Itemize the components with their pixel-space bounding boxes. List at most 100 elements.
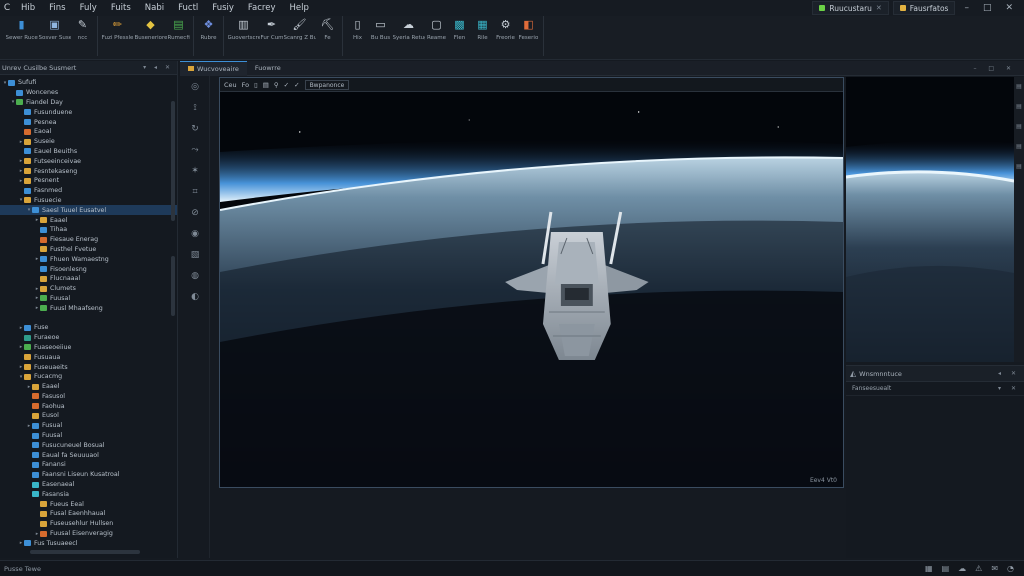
tree-item[interactable]: ▾ Fiandel Day <box>0 98 177 108</box>
menu-item[interactable]: Fuctl <box>171 0 205 16</box>
tree-item[interactable]: ▸ Fuaseoeiiue <box>0 343 177 353</box>
save-button[interactable]: ▮ Sewer Rucet <box>6 18 38 42</box>
image-tool-icon[interactable]: ▧ <box>180 244 210 265</box>
tree-item[interactable]: ▸ Fus Tusuaeecl <box>0 538 177 548</box>
clipboard-button[interactable]: ▥ Guovertscrere Coanses <box>228 18 260 42</box>
tree-item[interactable]: Fisoenlesng <box>0 264 177 274</box>
viewport-tool-button[interactable]: ▯ <box>254 81 258 89</box>
viewport-tool-button[interactable]: Fo <box>242 81 249 89</box>
menu-item[interactable]: Fins <box>42 0 72 16</box>
tree-item[interactable]: Pesnea <box>0 117 177 127</box>
title-tab-2[interactable]: Fausrfatos <box>892 1 956 15</box>
tree-item[interactable] <box>0 313 177 323</box>
tab-controls[interactable]: – □ ✕ <box>973 65 1024 72</box>
tree-item[interactable]: Eaual fa Seuuuaol <box>0 450 177 460</box>
tree-item[interactable]: Woncenes <box>0 88 177 98</box>
tree-item[interactable]: Fasusol <box>0 392 177 402</box>
layers-button[interactable]: ▤ Rumecfiet <box>168 18 190 42</box>
viewport-tool-button[interactable]: ▤ <box>263 81 269 89</box>
tree-item[interactable]: Eaoal <box>0 127 177 137</box>
pen-button[interactable]: ✒ Fur Cumrs <box>261 18 283 42</box>
cloud-status-icon[interactable]: ☁ <box>958 564 966 573</box>
image-button[interactable]: ▣ Sosver Susestiures <box>39 18 71 42</box>
star-icon[interactable]: ✶ <box>180 160 210 181</box>
mask-icon[interactable]: ◐ <box>180 286 210 307</box>
tree-item[interactable]: Fiesaue Enerag <box>0 235 177 245</box>
fill-button[interactable]: ⛏ Fe <box>317 18 339 42</box>
menu-item[interactable]: Facrey <box>241 0 283 16</box>
gallery-button[interactable]: ▩ Flen <box>449 18 471 42</box>
tree-item[interactable]: ▾ Fucacmg <box>0 372 177 382</box>
pencil-button[interactable]: ✏ Fuzi Pfessle <box>102 18 134 42</box>
tree-item[interactable]: ▸ Fuusal Eisenveragig <box>0 529 177 539</box>
tree-item[interactable]: Tihaa <box>0 225 177 235</box>
viewport-tool-button[interactable]: ⚲ <box>274 81 279 89</box>
globe-icon[interactable]: ◍ <box>180 265 210 286</box>
vertical-scrollbar[interactable] <box>171 101 175 221</box>
properties-controls[interactable]: ◂ ✕ <box>998 370 1024 377</box>
tree-item[interactable]: ▾ Fusuecie <box>0 196 177 206</box>
curve-icon[interactable]: ⤳ <box>180 139 210 160</box>
tree-item[interactable]: Faohua <box>0 401 177 411</box>
menu-item[interactable]: Help <box>282 0 315 16</box>
warning-icon[interactable]: ⚠ <box>975 564 982 573</box>
tree-item[interactable]: Fanansi <box>0 460 177 470</box>
tree-item[interactable]: Fusuaua <box>0 352 177 362</box>
tree-item[interactable]: ▾ Saesl Tuuel Eusatvel <box>0 205 177 216</box>
minimize-button[interactable]: – <box>959 3 974 13</box>
chart-button[interactable]: ▦ Rile <box>472 18 494 42</box>
chat-icon[interactable]: ✉ <box>991 564 998 573</box>
properties-row-controls[interactable]: ▾ ✕ <box>998 385 1024 392</box>
menu-item[interactable]: Fuly <box>73 0 104 16</box>
tree-item[interactable]: Fusucuneuel Bosual <box>0 440 177 450</box>
menu-item[interactable]: Hib <box>14 0 42 16</box>
file-button[interactable]: ▭ Bu Bus <box>370 18 392 42</box>
tree-item[interactable]: ▾ Sufufi <box>0 78 177 88</box>
tree-item[interactable]: Easenaeal <box>0 480 177 490</box>
vertical-scrollbar-2[interactable] <box>171 256 175 316</box>
tag-button[interactable]: ◧ Feserio <box>518 18 540 42</box>
panel-toggle-icon[interactable]: ▤ <box>1014 157 1024 177</box>
layers-status-icon[interactable]: ▤ <box>942 564 950 573</box>
brush-button[interactable]: ✎ ncc <box>72 18 94 42</box>
tree-item[interactable]: ▸ Suseie <box>0 137 177 147</box>
viewport-tool-button[interactable]: ✓ <box>294 81 299 89</box>
tree-item[interactable]: Furaeoe <box>0 333 177 343</box>
tree-item[interactable]: ▸ Fuseuaeits <box>0 362 177 372</box>
close-window-button[interactable]: ✕ <box>1000 3 1018 13</box>
close-icon[interactable]: ✕ <box>876 4 882 12</box>
tree-item[interactable]: Fusunduene <box>0 107 177 117</box>
tree-item[interactable]: Flucnaaal <box>0 274 177 284</box>
properties-row[interactable]: Fanseesuealt ▾ ✕ <box>846 382 1024 396</box>
tree-item[interactable]: ▸ Fuusal <box>0 294 177 304</box>
cloud-button[interactable]: ☁ Syeria Retuge <box>393 18 425 42</box>
crop-icon[interactable]: ⌗ <box>180 181 210 202</box>
panel-controls[interactable]: ▾ ◂ ✕ <box>143 64 177 71</box>
tree-item[interactable]: ▸ Eaael <box>0 382 177 392</box>
tree-item[interactable]: Fueus Eeal <box>0 499 177 509</box>
grid-icon[interactable]: ▦ <box>925 564 933 573</box>
target-icon[interactable]: ◎ <box>180 76 210 97</box>
user-icon[interactable]: ◔ <box>1007 564 1014 573</box>
panel-toggle-icon[interactable]: ▤ <box>1014 117 1024 137</box>
tree-item[interactable]: Fuusal <box>0 431 177 441</box>
panel-toggle-icon[interactable]: ▤ <box>1014 97 1024 117</box>
shapes-button[interactable]: ❖ Rubre <box>198 18 220 42</box>
viewport-mode-label[interactable]: Bwpanonce <box>304 79 350 90</box>
tree-item[interactable]: Fusal Eaenhhaual <box>0 509 177 519</box>
tree-item[interactable]: Faansni Liseun Kusatroal <box>0 470 177 480</box>
tree-item[interactable]: ▸ Fesntekaseng <box>0 166 177 176</box>
eye-icon[interactable]: ◉ <box>180 223 210 244</box>
title-tab-1[interactable]: Ruucustaru ✕ <box>812 1 889 15</box>
tab-viewport[interactable]: Wucvoveaire <box>180 60 247 76</box>
tree-item[interactable]: ▸ Fhuen Wamaestng <box>0 254 177 264</box>
monitor-button[interactable]: ▢ Reame <box>426 18 448 42</box>
brush-tool-button[interactable]: 🖌 Scanrg Z Bus <box>284 18 316 42</box>
tree-item[interactable]: ▸ Eaael <box>0 215 177 225</box>
horizontal-scrollbar[interactable] <box>30 550 140 554</box>
menu-item[interactable]: Fuits <box>104 0 138 16</box>
viewport-tool-button[interactable]: Ceu <box>224 81 237 89</box>
maximize-button[interactable]: □ <box>978 3 997 13</box>
menu-item[interactable]: Fusiy <box>205 0 241 16</box>
tab-secondary[interactable]: Fuowrre <box>247 61 289 76</box>
